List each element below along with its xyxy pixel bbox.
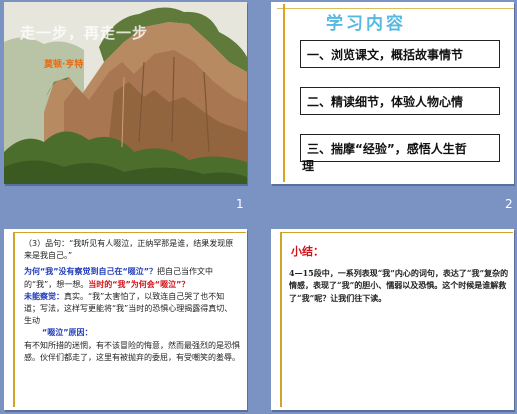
slide-2-thumbnail[interactable]: 学习内容 一、浏览课文，概括故事情节 二、精读细节，体验人物心情 三、揣摩“经验… (271, 2, 514, 184)
slide-3-body: （3）品句：“我听见有人啜泣，正纳罕那是谁，结果发现原来是我自己。” 为何“我”… (24, 238, 240, 364)
content-item-3-overflow: 理 (302, 159, 315, 173)
slide-2-heading: 学习内容 (326, 14, 406, 34)
reason-text: 有不知所措的迷惘，有不该冒险的悔意，然而最强烈的是恐惧感。伙伴们都走了，这里有被… (24, 340, 240, 362)
content-item-3: 三、揣摩“经验”，感悟人生哲 (300, 134, 500, 162)
question-1: 为何“我”没有察觉到自己在“啜泣”？ (24, 267, 158, 277)
slide-2-side-rule (283, 4, 285, 182)
intro-paragraph: （3）品句：“我听见有人啜泣，正纳罕那是谁，结果发现原来是我自己。” (24, 239, 234, 261)
slide-4-thumbnail[interactable]: 小结： 4—15段中，一系列表现“我”内心的词句，表达了“我”复杂的情感，表现了… (271, 229, 514, 410)
content-item-2: 二、精读细节，体验人物心情 (300, 87, 500, 115)
slide-1-thumbnail[interactable]: 走一步，再走一步 莫顿·亨特 (4, 2, 247, 184)
reason-label: “啜泣”原因： (42, 328, 93, 338)
slide-3-thumbnail[interactable]: （3）品句：“我听见有人啜泣，正纳罕那是谁，结果发现原来是我自己。” 为何“我”… (4, 229, 247, 410)
slide-2-number: 2 (505, 197, 513, 211)
unaware-label: 未能察觉： (24, 291, 64, 301)
slide-1-number: 1 (236, 197, 244, 211)
question-2: 当时的“我”为何会“啜泣”？ (88, 279, 190, 289)
slide-1-author: 莫顿·亨特 (44, 60, 84, 70)
slide-1-title: 走一步，再走一步 (20, 24, 149, 42)
summary-label: 小结： (291, 245, 324, 258)
content-item-1: 一、浏览课文，概括故事情节 (300, 40, 500, 68)
summary-text: 4—15段中，一系列表现“我”内心的词句，表达了“我”复杂的情感，表现了“我”的… (289, 268, 509, 303)
